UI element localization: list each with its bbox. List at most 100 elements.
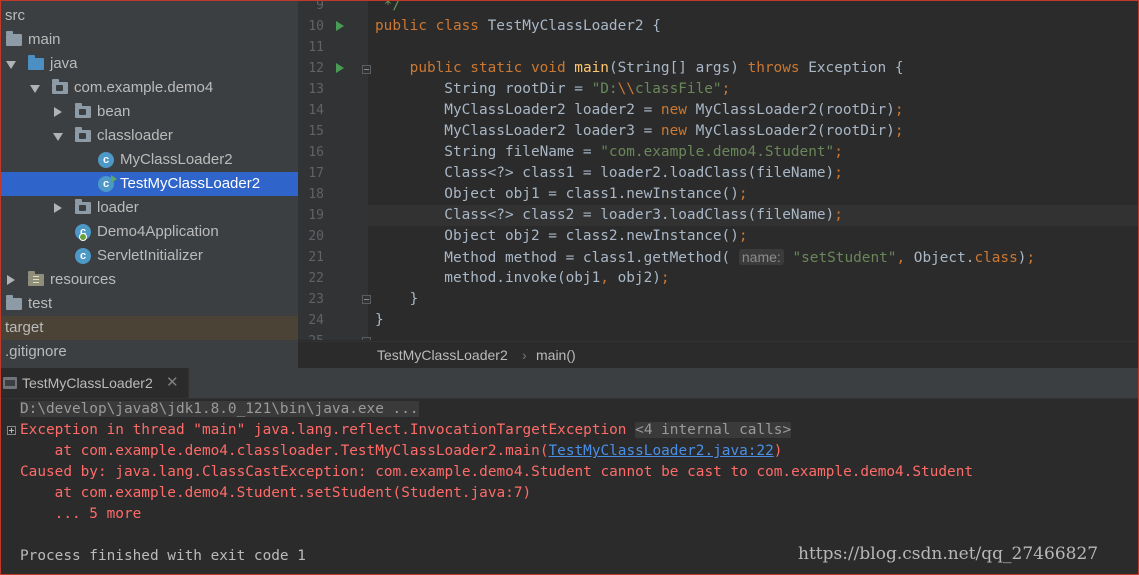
breadcrumb-class[interactable]: TestMyClassLoader2 xyxy=(377,342,508,369)
line-number: 9 xyxy=(316,0,324,13)
tree-item-java[interactable]: java xyxy=(0,52,298,76)
tree-item-label: Demo4Application xyxy=(97,223,219,240)
package-icon xyxy=(52,79,68,94)
tree-item-classloader[interactable]: classloader xyxy=(0,124,298,148)
tree-item-test[interactable]: test xyxy=(0,292,298,316)
tree-item-label: loader xyxy=(97,199,139,216)
line-number: 13 xyxy=(308,82,324,97)
tree-item-label: classloader xyxy=(97,127,173,144)
line-number: 24 xyxy=(308,313,324,328)
line-number: 20 xyxy=(308,229,324,244)
close-icon[interactable]: ✕ xyxy=(166,368,179,398)
editor-gutter: 9 10 11 12 13 14 15 16 17 18 19 20 21 22… xyxy=(298,0,371,340)
tree-item-loader[interactable]: loader xyxy=(0,196,298,220)
fold-icon[interactable] xyxy=(362,337,371,340)
code-line: MyClassLoader2 loader2 = new MyClassLoad… xyxy=(375,102,904,118)
tree-item-label: main xyxy=(28,31,61,48)
code-line: String fileName = "com.example.demo4.Stu… xyxy=(375,144,843,160)
line-number: 17 xyxy=(308,166,324,181)
source-folder-icon xyxy=(28,55,44,70)
line-number: 12 xyxy=(308,61,324,76)
tree-item-package-demo4[interactable]: com.example.demo4 xyxy=(0,76,298,100)
collapse-arrow-icon[interactable] xyxy=(54,203,62,213)
console-line: Caused by: java.lang.ClassCastException:… xyxy=(20,464,974,480)
code-line: } xyxy=(375,291,419,307)
line-number: 21 xyxy=(308,250,324,265)
breadcrumb-method[interactable]: main() xyxy=(536,342,576,369)
tree-item-demo4application[interactable]: c Demo4Application xyxy=(0,220,298,244)
package-icon xyxy=(75,103,91,118)
code-editor[interactable]: 9 10 11 12 13 14 15 16 17 18 19 20 21 22… xyxy=(298,0,1139,340)
tree-item-label: ServletInitializer xyxy=(97,247,203,264)
tree-item-testmyclassloader2[interactable]: c TestMyClassLoader2 xyxy=(0,172,298,196)
package-icon xyxy=(75,199,91,214)
code-line: Object obj1 = class1.newInstance(); xyxy=(375,186,748,202)
console-line: ... 5 more xyxy=(20,506,142,522)
run-tab-bar: TestMyClassLoader2 ✕ xyxy=(0,368,1139,399)
console-line: at com.example.demo4.classloader.TestMyC… xyxy=(20,441,783,462)
code-line: */ xyxy=(375,0,401,13)
tree-item-label: java xyxy=(50,55,78,72)
folder-icon xyxy=(6,31,22,46)
tree-item-label: com.example.demo4 xyxy=(74,79,214,96)
watermark: https://blog.csdn.net/qq_27466827 xyxy=(798,544,1099,564)
tree-item-bean[interactable]: bean xyxy=(0,100,298,124)
stack-frame-end: ) xyxy=(773,443,783,459)
console-line: D:\develop\java8\jdk1.8.0_121\bin\java.e… xyxy=(20,399,419,420)
command-line[interactable]: D:\develop\java8\jdk1.8.0_121\bin\java.e… xyxy=(20,401,419,417)
tree-item-resources[interactable]: resources xyxy=(0,268,298,292)
resources-folder-icon xyxy=(28,271,44,286)
line-number: 15 xyxy=(308,124,324,139)
tree-item-src[interactable]: src xyxy=(0,4,298,28)
line-number: 23 xyxy=(308,292,324,307)
code-line: MyClassLoader2 loader3 = new MyClassLoad… xyxy=(375,123,904,139)
line-number: 14 xyxy=(308,103,324,118)
fold-icon[interactable] xyxy=(362,65,371,74)
package-icon xyxy=(75,127,91,142)
breadcrumb: TestMyClassLoader2 › main() xyxy=(298,341,1139,369)
internal-calls-fold[interactable]: <4 internal calls> xyxy=(635,422,792,438)
tree-item-label: TestMyClassLoader2 xyxy=(120,175,261,192)
collapse-arrow-icon[interactable] xyxy=(54,107,62,117)
line-number: 10 xyxy=(308,19,324,34)
expand-arrow-icon[interactable] xyxy=(53,133,63,141)
run-gutter-icon[interactable] xyxy=(336,21,344,31)
code-line: public class TestMyClassLoader2 { xyxy=(375,18,661,34)
code-line: method.invoke(obj1, obj2); xyxy=(375,270,670,286)
run-console-icon xyxy=(3,377,17,389)
code-line: Object obj2 = class2.newInstance(); xyxy=(375,228,748,244)
code-line: Class<?> class2 = loader3.loadClass(file… xyxy=(375,207,843,223)
code-line: } xyxy=(375,312,384,328)
tree-item-label: target xyxy=(5,319,44,336)
run-tab-label: TestMyClassLoader2 xyxy=(22,375,153,391)
console-line: Process finished with exit code 1 xyxy=(20,548,306,564)
spring-app-icon: c xyxy=(75,224,91,241)
run-tab[interactable]: TestMyClassLoader2 ✕ xyxy=(0,368,189,398)
tree-item-servletinitializer[interactable]: c ServletInitializer xyxy=(0,244,298,268)
line-number: 22 xyxy=(308,271,324,286)
tree-item-myclassloader2[interactable]: c MyClassLoader2 xyxy=(0,148,298,172)
line-number: 16 xyxy=(308,145,324,160)
expand-trace-icon[interactable] xyxy=(7,426,16,435)
source-link[interactable]: TestMyClassLoader2.java:22 xyxy=(549,443,774,459)
run-gutter-icon[interactable] xyxy=(336,63,344,73)
class-icon: c xyxy=(75,248,91,264)
tree-item-main[interactable]: main xyxy=(0,28,298,52)
code-line: String rootDir = "D:\\classFile"; xyxy=(375,81,731,97)
tree-item-label: test xyxy=(28,295,53,312)
project-tree[interactable]: src main java com.example.demo4 bean cla… xyxy=(0,0,298,368)
exception-text: Exception in thread "main" java.lang.ref… xyxy=(20,422,627,438)
tree-item-label: resources xyxy=(50,271,116,288)
class-icon: c xyxy=(98,152,114,168)
tree-item-gitignore[interactable]: .gitignore xyxy=(0,340,298,364)
line-number: 25 xyxy=(298,331,324,340)
tree-item-target[interactable]: target xyxy=(0,316,298,340)
collapse-arrow-icon[interactable] xyxy=(7,275,15,285)
line-number: 18 xyxy=(308,187,324,202)
expand-arrow-icon[interactable] xyxy=(6,61,16,69)
fold-icon[interactable] xyxy=(362,295,371,304)
expand-arrow-icon[interactable] xyxy=(30,85,40,93)
tree-item-label: MyClassLoader2 xyxy=(120,151,233,168)
folder-icon xyxy=(6,295,22,310)
code-line: Class<?> class1 = loader2.loadClass(file… xyxy=(375,165,843,181)
